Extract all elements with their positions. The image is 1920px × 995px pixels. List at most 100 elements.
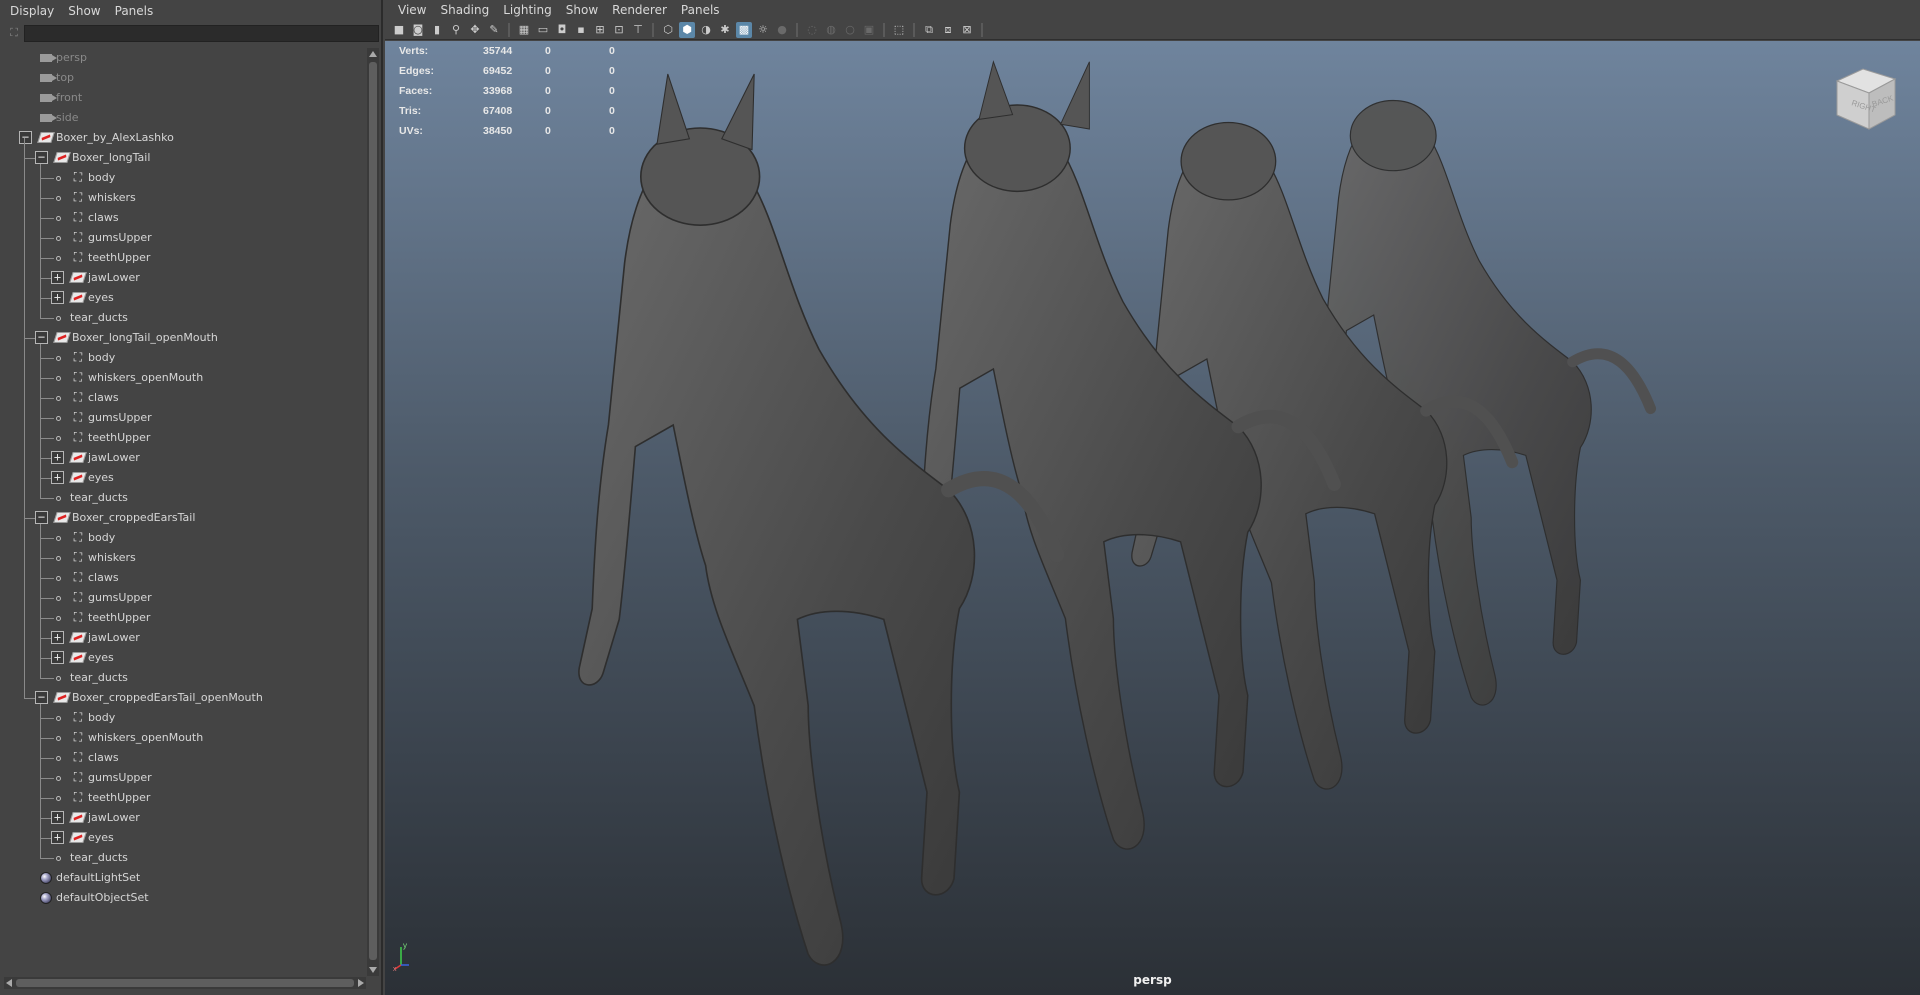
3d-viewport-scene[interactable]: Verts: 35744 0 0 Edges: 69452 0 0 Faces: 33968 0 0 T…: [385, 41, 1920, 995]
outliner-item-gumsupper[interactable]: ⛶ gumsUpper: [4, 408, 366, 428]
wireframe-icon[interactable]: ⬡: [660, 22, 676, 38]
collapse-toggle-icon[interactable]: −: [19, 131, 32, 144]
select-camera-icon[interactable]: ■: [391, 22, 407, 38]
outliner-menu-show[interactable]: Show: [62, 4, 108, 18]
screen-space-ao-icon[interactable]: ◌: [804, 22, 820, 38]
safe-title-icon[interactable]: ⊤: [630, 22, 646, 38]
depth-of-field-icon[interactable]: ▣: [861, 22, 877, 38]
expand-toggle-icon[interactable]: +: [51, 811, 64, 824]
grid-icon[interactable]: ▦: [516, 22, 532, 38]
outliner-search-input[interactable]: [24, 24, 379, 42]
outliner-item-whiskers-openmouth[interactable]: ⛶ whiskers_openMouth: [4, 368, 366, 388]
outliner-item-jawlower[interactable]: + jawLower: [4, 448, 366, 468]
xray-joints-icon[interactable]: ⧈: [940, 22, 956, 38]
wireframe-on-shaded-icon[interactable]: ✱: [717, 22, 733, 38]
outliner-item-defaultobjectset[interactable]: defaultObjectSet: [4, 888, 366, 908]
outliner-item-top[interactable]: top: [4, 68, 366, 88]
outliner-item-boxer-croppedearstail-openmouth[interactable]: − Boxer_croppedEarsTail_openMouth: [4, 688, 366, 708]
outliner-item-tear-ducts[interactable]: tear_ducts: [4, 668, 366, 688]
outliner-item-claws[interactable]: ⛶ claws: [4, 748, 366, 768]
outliner-item-tear-ducts[interactable]: tear_ducts: [4, 308, 366, 328]
2d-pan-zoom-icon[interactable]: ✥: [467, 22, 483, 38]
outliner-item-eyes[interactable]: + eyes: [4, 648, 366, 668]
outliner-item-jawlower[interactable]: + jawLower: [4, 268, 366, 288]
outliner-item-whiskers[interactable]: ⛶ whiskers: [4, 188, 366, 208]
outliner-item-eyes[interactable]: + eyes: [4, 828, 366, 848]
bookmark-icon[interactable]: ▮: [429, 22, 445, 38]
outliner-item-teethupper[interactable]: ⛶ teethUpper: [4, 788, 366, 808]
collapse-toggle-icon[interactable]: −: [35, 691, 48, 704]
collapse-toggle-icon[interactable]: −: [35, 511, 48, 524]
filter-icon[interactable]: ⛶: [4, 24, 24, 42]
outliner-item-defaultlightset[interactable]: defaultLightSet: [4, 868, 366, 888]
outliner-item-claws[interactable]: ⛶ claws: [4, 568, 366, 588]
image-plane-icon[interactable]: ⚲: [448, 22, 464, 38]
use-default-material-icon[interactable]: ◑: [698, 22, 714, 38]
scroll-thumb[interactable]: [369, 62, 377, 960]
outliner-item-body[interactable]: ⛶ body: [4, 168, 366, 188]
outliner-item-gumsupper[interactable]: ⛶ gumsUpper: [4, 228, 366, 248]
xray-icon[interactable]: ⧉: [921, 22, 937, 38]
outliner-menu-panels[interactable]: Panels: [109, 4, 162, 18]
textured-icon[interactable]: ▩: [736, 21, 752, 38]
boxer-models[interactable]: [385, 41, 1920, 995]
outliner-item-front[interactable]: front: [4, 88, 366, 108]
outliner-item-jawlower[interactable]: + jawLower: [4, 808, 366, 828]
outliner-item-claws[interactable]: ⛶ claws: [4, 388, 366, 408]
shadows-icon[interactable]: ●: [774, 22, 790, 38]
gate-mask-icon[interactable]: ▪: [573, 22, 589, 38]
expand-toggle-icon[interactable]: +: [51, 451, 64, 464]
safe-action-icon[interactable]: ⊡: [611, 22, 627, 38]
outliner-item-body[interactable]: ⛶ body: [4, 708, 366, 728]
outliner-item-teethupper[interactable]: ⛶ teethUpper: [4, 428, 366, 448]
outliner-menu-display[interactable]: Display: [4, 4, 62, 18]
outliner-item-eyes[interactable]: + eyes: [4, 288, 366, 308]
outliner-item-persp[interactable]: persp: [4, 48, 366, 68]
smooth-shade-icon[interactable]: ⬢: [679, 21, 695, 38]
outliner-item-side[interactable]: side: [4, 108, 366, 128]
xray-components-icon[interactable]: ⊠: [959, 22, 975, 38]
collapse-toggle-icon[interactable]: −: [35, 151, 48, 164]
expand-toggle-icon[interactable]: +: [51, 271, 64, 284]
outliner-item-teethupper[interactable]: ⛶ teethUpper: [4, 248, 366, 268]
expand-toggle-icon[interactable]: +: [51, 631, 64, 644]
collapse-toggle-icon[interactable]: −: [35, 331, 48, 344]
scroll-right-arrow-icon[interactable]: [358, 979, 364, 987]
outliner-item-jawlower[interactable]: + jawLower: [4, 628, 366, 648]
camera-attributes-icon[interactable]: ◙: [410, 22, 426, 38]
expand-toggle-icon[interactable]: +: [51, 651, 64, 664]
outliner-item-boxer-longtail[interactable]: − Boxer_longTail: [4, 148, 366, 168]
outliner-item-tear-ducts[interactable]: tear_ducts: [4, 848, 366, 868]
viewport-menu-panels[interactable]: Panels: [674, 3, 727, 17]
outliner-item-body[interactable]: ⛶ body: [4, 348, 366, 368]
outliner-item-boxer-longtail-openmouth[interactable]: − Boxer_longTail_openMouth: [4, 328, 366, 348]
expand-toggle-icon[interactable]: +: [51, 471, 64, 484]
outliner-item-gumsupper[interactable]: ⛶ gumsUpper: [4, 588, 366, 608]
outliner-item-whiskers[interactable]: ⛶ whiskers: [4, 548, 366, 568]
outliner-item-claws[interactable]: ⛶ claws: [4, 208, 366, 228]
expand-toggle-icon[interactable]: +: [51, 291, 64, 304]
outliner-item-whiskers-openmouth[interactable]: ⛶ whiskers_openMouth: [4, 728, 366, 748]
scroll-up-arrow-icon[interactable]: [369, 51, 377, 57]
expand-toggle-icon[interactable]: +: [51, 831, 64, 844]
scroll-thumb-horizontal[interactable]: [16, 979, 354, 987]
scroll-left-arrow-icon[interactable]: [6, 979, 12, 987]
outliner-item-body[interactable]: ⛶ body: [4, 528, 366, 548]
outliner-vertical-scrollbar[interactable]: [367, 48, 379, 976]
multisample-aa-icon[interactable]: ○: [842, 22, 858, 38]
outliner-item-eyes[interactable]: + eyes: [4, 468, 366, 488]
viewport-menu-shading[interactable]: Shading: [433, 3, 496, 17]
field-chart-icon[interactable]: ⊞: [592, 22, 608, 38]
isolate-select-icon[interactable]: ⬚: [891, 22, 907, 38]
outliner-item-gumsupper[interactable]: ⛶ gumsUpper: [4, 768, 366, 788]
film-gate-icon[interactable]: ▭: [535, 22, 551, 38]
viewport-menu-renderer[interactable]: Renderer: [605, 3, 674, 17]
scroll-down-arrow-icon[interactable]: [369, 967, 377, 973]
motion-blur-icon[interactable]: ◍: [823, 22, 839, 38]
outliner-item-tear-ducts[interactable]: tear_ducts: [4, 488, 366, 508]
viewport-menu-view[interactable]: View: [391, 3, 433, 17]
viewport-menu-lighting[interactable]: Lighting: [496, 3, 559, 17]
outliner-item-boxer-by-alexlashko[interactable]: − Boxer_by_AlexLashko: [4, 128, 366, 148]
grease-pencil-icon[interactable]: ✎: [486, 22, 502, 38]
viewport-menu-show[interactable]: Show: [559, 3, 605, 17]
